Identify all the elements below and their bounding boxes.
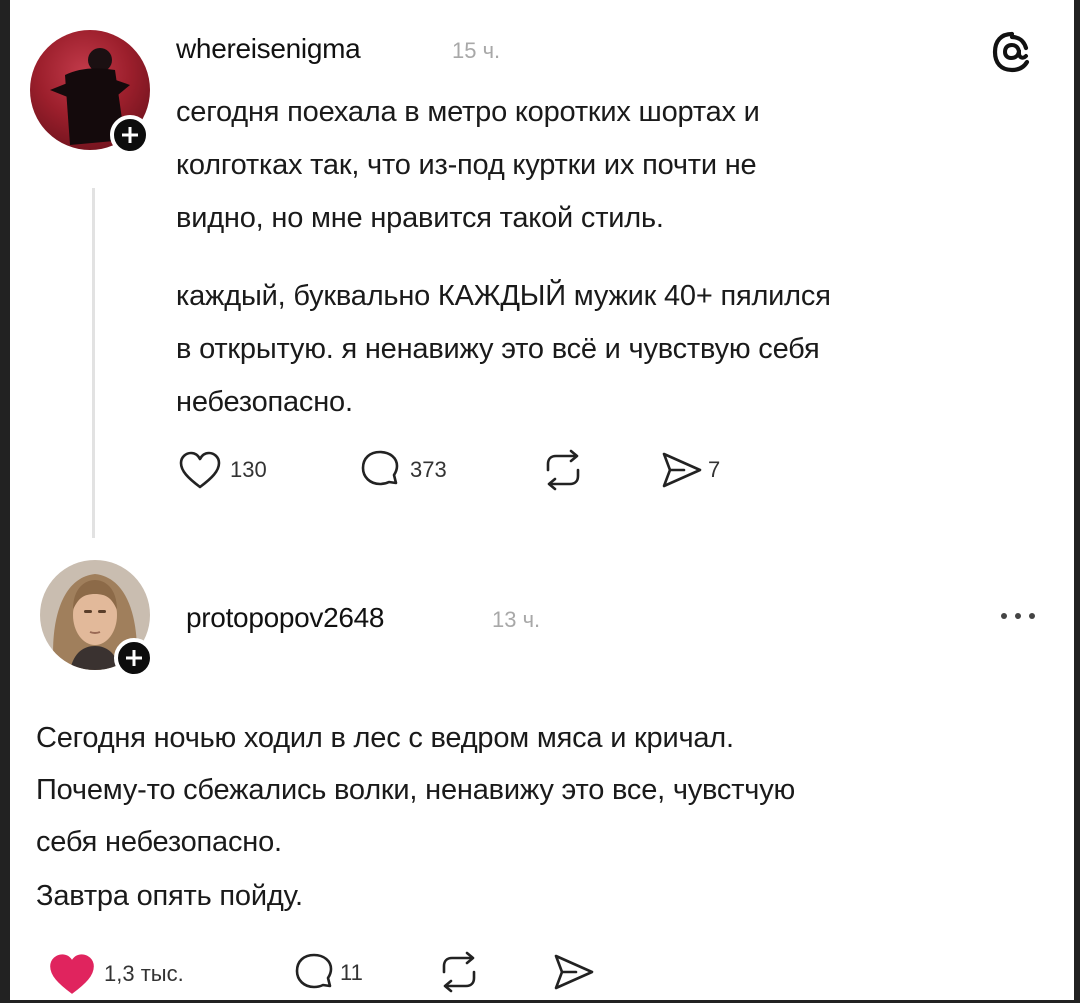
post-text-line: Почему-то сбежались волки, ненавижу это … bbox=[36, 774, 796, 806]
threads-logo-icon[interactable] bbox=[988, 28, 1036, 76]
repost-button[interactable] bbox=[436, 950, 482, 994]
share-button[interactable]: 7 bbox=[660, 450, 720, 490]
username[interactable]: protopopov2648 bbox=[186, 602, 385, 634]
send-icon bbox=[554, 954, 594, 990]
share-button[interactable] bbox=[552, 952, 596, 992]
post-text-line: небезопасно. bbox=[176, 386, 353, 418]
post-time: 15 ч. bbox=[452, 38, 501, 63]
screenshot-frame: whereisenigma 15 ч. сегодня поехала в ме… bbox=[10, 0, 1074, 1000]
like-button[interactable]: 1,3 тыс. bbox=[48, 952, 184, 996]
like-count: 1,3 тыс. bbox=[104, 961, 184, 986]
heart-icon bbox=[179, 451, 221, 489]
username[interactable]: whereisenigma bbox=[176, 33, 361, 65]
post-text-line: Завтра опять пойду. bbox=[36, 880, 303, 912]
reply-count: 373 bbox=[410, 457, 447, 482]
post-text-line: сегодня поехала в метро коротких шортах … bbox=[176, 96, 760, 128]
post-text-line: видно, но мне нравится такой стиль. bbox=[176, 202, 664, 234]
repost-button[interactable] bbox=[540, 448, 586, 492]
repost-icon bbox=[442, 951, 476, 993]
comment-icon bbox=[361, 450, 399, 486]
share-count: 7 bbox=[708, 457, 721, 482]
more-icon[interactable] bbox=[998, 608, 1038, 624]
send-icon bbox=[662, 452, 702, 488]
reply-count: 11 bbox=[340, 960, 363, 985]
comment-icon bbox=[295, 953, 333, 989]
follow-plus-icon[interactable] bbox=[114, 638, 154, 678]
post-text-line: себя небезопасно. bbox=[36, 826, 282, 858]
post-text-line: в открытую. я ненавижу это всё и чувству… bbox=[176, 333, 820, 365]
like-count: 130 bbox=[230, 457, 267, 482]
like-button[interactable]: 130 bbox=[178, 450, 267, 490]
repost-icon bbox=[546, 449, 580, 491]
post-text-line: каждый, буквально КАЖДЫЙ мужик 40+ пялил… bbox=[176, 280, 831, 312]
post-time: 13 ч. bbox=[492, 607, 541, 632]
heart-filled-icon bbox=[50, 954, 94, 994]
reply-button[interactable]: 11 bbox=[292, 952, 363, 994]
post-text-line: колготках так, что из-под куртки их почт… bbox=[176, 149, 757, 181]
post-text-line: Сегодня ночью ходил в лес с ведром мяса … bbox=[36, 722, 734, 754]
follow-plus-icon[interactable] bbox=[110, 115, 150, 155]
thread-line bbox=[92, 188, 95, 538]
reply-button[interactable]: 373 bbox=[358, 449, 447, 491]
